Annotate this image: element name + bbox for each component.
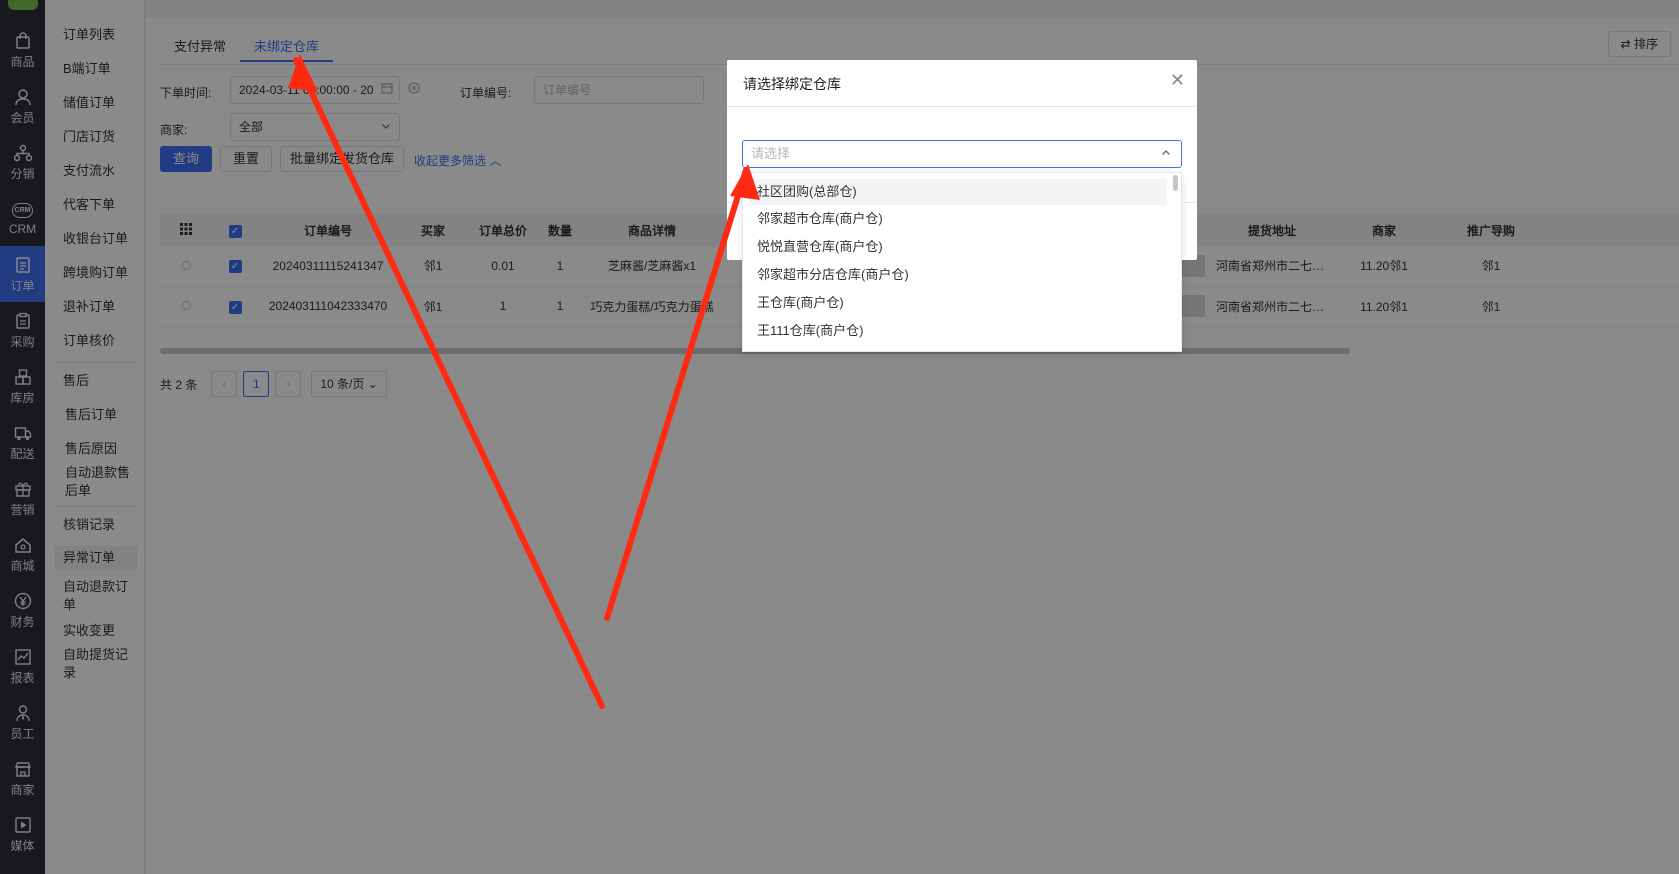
arrow-to-tab bbox=[288, 54, 605, 709]
annotation-arrows bbox=[288, 54, 760, 709]
arrow-to-select bbox=[604, 164, 760, 621]
